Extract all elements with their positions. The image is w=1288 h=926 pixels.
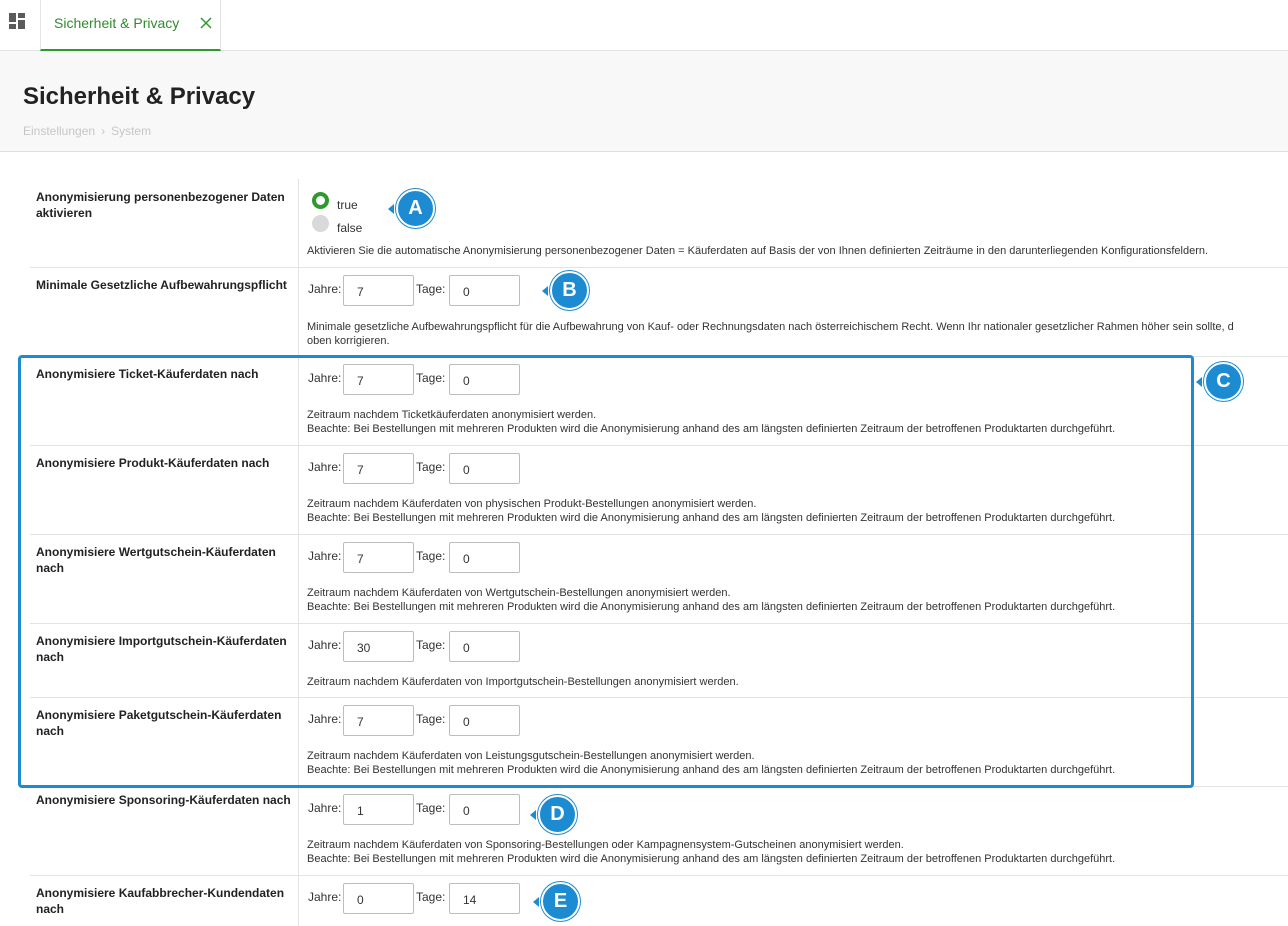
breadcrumb-einstellungen[interactable]: Einstellungen <box>23 124 95 138</box>
callout-badge-c: C <box>1204 362 1243 401</box>
callout-pointer <box>530 810 536 820</box>
setting-row-sponsoring: Anonymisiere Sponsoring-Käuferdaten nach… <box>30 787 1288 876</box>
days-label: Tage: <box>416 801 446 815</box>
setting-label: Anonymisiere Kaufabbrecher-Kundendaten n… <box>36 886 285 916</box>
radio-true[interactable] <box>312 192 329 209</box>
radio-false-label: false <box>337 221 363 235</box>
setting-value: true false Aktivieren Sie die automatisc… <box>298 179 1288 267</box>
callout-pointer <box>1196 377 1202 387</box>
setting-label: Anonymisierung personenbezogener Daten a… <box>36 190 285 220</box>
callout-pointer <box>542 286 548 296</box>
setting-row-retention: Minimale Gesetzliche Aufbewahrungspflich… <box>30 268 1288 357</box>
callout-badge-e: E <box>541 882 580 921</box>
close-icon[interactable] <box>199 16 213 30</box>
setting-description: Aktivieren Sie die automatische Anonymis… <box>307 245 1209 257</box>
setting-label: Anonymisiere Sponsoring-Käuferdaten nach <box>36 793 291 807</box>
chevron-right-icon: › <box>101 124 106 138</box>
radio-false[interactable] <box>312 215 329 232</box>
years-input[interactable]: 1 <box>343 794 414 825</box>
radio-true-label: true <box>337 198 358 212</box>
setting-description-note: Beachte: Bei Bestellungen mit mehreren P… <box>307 853 1116 865</box>
breadcrumb-system[interactable]: System <box>111 124 151 138</box>
years-input[interactable]: 7 <box>343 275 414 306</box>
days-input[interactable]: 0 <box>449 794 520 825</box>
breadcrumb: Einstellungen › System <box>23 124 151 138</box>
setting-description-note: oben korrigieren. <box>307 335 390 347</box>
setting-row-anonymize: Anonymisierung personenbezogener Daten a… <box>30 179 1288 268</box>
years-label: Jahre: <box>308 890 342 904</box>
callout-badge-a: A <box>396 189 435 228</box>
callout-highlight-box <box>18 355 1194 788</box>
setting-value: Jahre: 7 Tage: 0 Minimale gesetzliche Au… <box>298 268 1288 356</box>
callout-badge-b: B <box>550 271 589 310</box>
years-label: Jahre: <box>308 282 342 296</box>
years-label: Jahre: <box>308 801 342 815</box>
page-header: Sicherheit & Privacy Einstellungen › Syste… <box>0 52 1288 152</box>
days-label: Tage: <box>416 890 446 904</box>
days-label: Tage: <box>416 282 446 296</box>
callout-pointer <box>533 897 539 907</box>
years-input[interactable]: 0 <box>343 883 414 914</box>
setting-description: Minimale gesetzliche Aufbewahrungspflich… <box>307 321 1234 333</box>
tab-label: Sicherheit & Privacy <box>54 15 180 31</box>
page-title: Sicherheit & Privacy <box>23 83 256 110</box>
setting-description: Zeitraum nachdem Käuferdaten von Sponsor… <box>307 839 904 851</box>
callout-pointer <box>388 204 394 214</box>
setting-value: Jahre: 1 Tage: 0 Zeitraum nachdem Käufer… <box>298 787 1288 875</box>
tab-sicherheit-privacy[interactable]: Sicherheit & Privacy <box>40 0 221 51</box>
apps-grid-icon[interactable] <box>9 13 26 29</box>
callout-badge-d: D <box>538 795 577 834</box>
setting-label: Minimale Gesetzliche Aufbewahrungspflich… <box>36 278 287 292</box>
setting-value: Jahre: 0 Tage: 14 <box>298 876 1288 926</box>
setting-row-cart-abandoner: Anonymisiere Kaufabbrecher-Kundendaten n… <box>30 876 1288 926</box>
days-input[interactable]: 0 <box>449 275 520 306</box>
tab-bar: Sicherheit & Privacy <box>0 0 1288 51</box>
days-input[interactable]: 14 <box>449 883 520 914</box>
